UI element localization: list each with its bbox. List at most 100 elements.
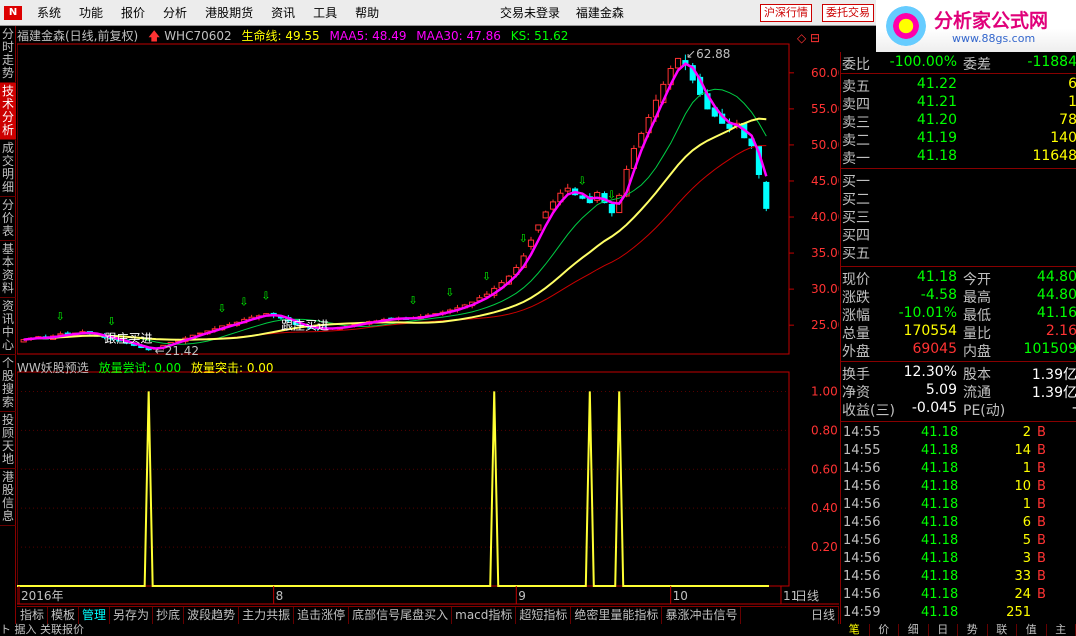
tick-price: 41.18 <box>921 515 959 530</box>
menu-item[interactable]: 分析 <box>154 4 196 21</box>
quote-row: 外盘 69045 内盘 101509 <box>841 341 1076 360</box>
indicator-tab[interactable]: 底部信号尾盘买入 <box>349 607 453 624</box>
menu-item[interactable]: 系统 <box>28 4 70 21</box>
buy-arrow-icon: ⇩ <box>482 270 491 283</box>
stat-label: 流通 <box>963 385 991 401</box>
tick-price: 41.18 <box>921 551 959 566</box>
quote-tab[interactable]: 联 <box>988 624 1017 636</box>
left-tab[interactable]: 港股信息 <box>0 469 16 526</box>
left-tab[interactable]: 资讯中心 <box>0 298 16 355</box>
tick-side: B <box>1037 569 1046 584</box>
tick-row: 14:55 41.18 14 B <box>841 443 1076 461</box>
left-tab[interactable]: 技术分析 <box>0 83 16 140</box>
period-label[interactable]: 日线 <box>808 607 839 624</box>
quote-tab[interactable]: 笔 <box>840 624 870 636</box>
chart-area[interactable]: 福建金森(日线,前复权) 🡅 WHC70602 生命线: 49.55 MAA5:… <box>16 26 931 606</box>
tick-vol: 5 <box>1022 533 1031 548</box>
menu-item[interactable]: 港股期货 <box>196 4 262 21</box>
tick-price: 41.18 <box>921 443 959 458</box>
menu-item[interactable]: 工具 <box>304 4 346 21</box>
buy-arrow-icon: ⇩ <box>239 295 248 308</box>
quote-row: 换手 12.30% 股本 1.39亿 <box>841 364 1076 383</box>
left-tab[interactable]: 个股搜索 <box>0 355 16 412</box>
tick-vol: 14 <box>1014 443 1031 458</box>
left-tab[interactable]: 分时走势 <box>0 26 16 83</box>
indicator-tab[interactable]: 追击涨停 <box>294 607 350 624</box>
indicator-tab[interactable]: 模板 <box>48 607 80 624</box>
stat-value: -10.01% <box>898 305 957 321</box>
quote-tab[interactable]: 价 <box>870 624 899 636</box>
ask-price: 41.21 <box>916 94 957 110</box>
tick-time: 14:56 <box>843 587 881 602</box>
ma60-line <box>23 145 767 341</box>
indicator-tab[interactable]: 管理 <box>79 607 111 624</box>
quote-tab[interactable]: 细 <box>899 624 929 636</box>
peak-label: ↙62.88 <box>686 47 730 61</box>
indicator-tab[interactable]: macd指标 <box>452 607 517 624</box>
tick-vol: 10 <box>1014 479 1031 494</box>
stat-label: 涨跌 <box>842 290 870 306</box>
buy-arrow-icon: ⇩ <box>217 302 226 315</box>
indicator-tab[interactable]: 暴涨冲击信号 <box>662 607 742 624</box>
trade-button[interactable]: 委托交易 <box>822 4 874 22</box>
candle-body <box>542 211 549 219</box>
indicator-tab[interactable]: 波段趋势 <box>184 607 240 624</box>
left-tab[interactable]: 投顾天地 <box>0 412 16 469</box>
stat-value: 2.16 <box>1045 323 1076 339</box>
separator <box>841 266 1076 267</box>
indicator-s2: 放量突击: 0.00 <box>190 361 274 375</box>
quote-row: 委比 -100.00% 委差 -11884 <box>841 54 1076 73</box>
indicator-tab[interactable]: 主力共振 <box>239 607 295 624</box>
left-tab[interactable]: 分价表 <box>0 197 16 241</box>
menu-item[interactable]: 报价 <box>112 4 154 21</box>
stat-value: 12.30% <box>903 364 957 380</box>
menu-center: 交易未登录 福建金森 <box>500 4 636 21</box>
ask-vol: 140 <box>1050 130 1076 146</box>
tick-time: 14:56 <box>843 479 881 494</box>
quote-tab[interactable]: 主 <box>1047 624 1076 636</box>
y-tick-label: 40.00 <box>811 210 839 224</box>
quote-tab[interactable]: 势 <box>958 624 988 636</box>
separator <box>841 421 1076 422</box>
left-tab-char: 地 <box>1 452 14 466</box>
market-button[interactable]: 沪深行情 <box>760 4 812 22</box>
stat-value: -0.045 <box>911 400 957 416</box>
y-tick-label: 1.00 <box>811 384 838 398</box>
left-tab[interactable]: 成交明细 <box>0 140 16 197</box>
menu-item[interactable]: 资讯 <box>262 4 304 21</box>
tick-side: B <box>1037 461 1046 476</box>
menu-item[interactable]: 功能 <box>70 4 112 21</box>
stat-label: PE(动) <box>963 403 1006 419</box>
menu-items: 系统 功能 报价 分析 港股期货 资讯 工具 帮助 <box>28 4 388 21</box>
left-tab-char: 心 <box>1 338 14 352</box>
diamond-icon[interactable]: ◇ ⊟ <box>797 31 820 45</box>
quote-row: 现价 41.18 今开 44.80 <box>841 269 1076 288</box>
ma10-line <box>23 88 767 345</box>
quote-row: 净资 5.09 流通 1.39亿 <box>841 382 1076 401</box>
brand-title: 分析家公式网 <box>934 10 1049 32</box>
indicator-tab[interactable]: 另存为 <box>110 607 154 624</box>
left-vertical-tabs: 分时走势技术分析成交明细分价表基本资料资讯中心个股搜索投顾天地港股信息 <box>0 26 16 624</box>
indicator-tab[interactable]: 指标 <box>17 607 49 624</box>
candle-body <box>674 57 682 69</box>
indicator-tab[interactable]: 超短指标 <box>516 607 572 624</box>
indicator-s1: 放量尝试: 0.00 <box>98 361 182 375</box>
tick-time: 14:56 <box>843 551 881 566</box>
tick-vol: 33 <box>1014 569 1031 584</box>
quote-tab[interactable]: 日 <box>929 624 958 636</box>
ask-price: 41.20 <box>916 112 957 128</box>
stat-label: 总量 <box>842 326 870 342</box>
separator <box>841 361 1076 362</box>
left-tab[interactable]: 基本资料 <box>0 241 16 298</box>
stat-label: 最高 <box>963 290 991 306</box>
indicator-tab[interactable]: 绝密里量能指标 <box>571 607 663 624</box>
signal-mark: 跟庄买进 <box>281 317 329 332</box>
quote-tab[interactable]: 值 <box>1017 624 1047 636</box>
candle-body <box>564 187 571 192</box>
stat-label: 内盘 <box>963 344 991 360</box>
y-tick-label: 35.00 <box>811 246 839 260</box>
indicator-tab[interactable]: 抄底 <box>153 607 185 624</box>
tick-side: B <box>1037 551 1046 566</box>
candle-body <box>549 201 557 210</box>
menu-item[interactable]: 帮助 <box>346 4 388 21</box>
